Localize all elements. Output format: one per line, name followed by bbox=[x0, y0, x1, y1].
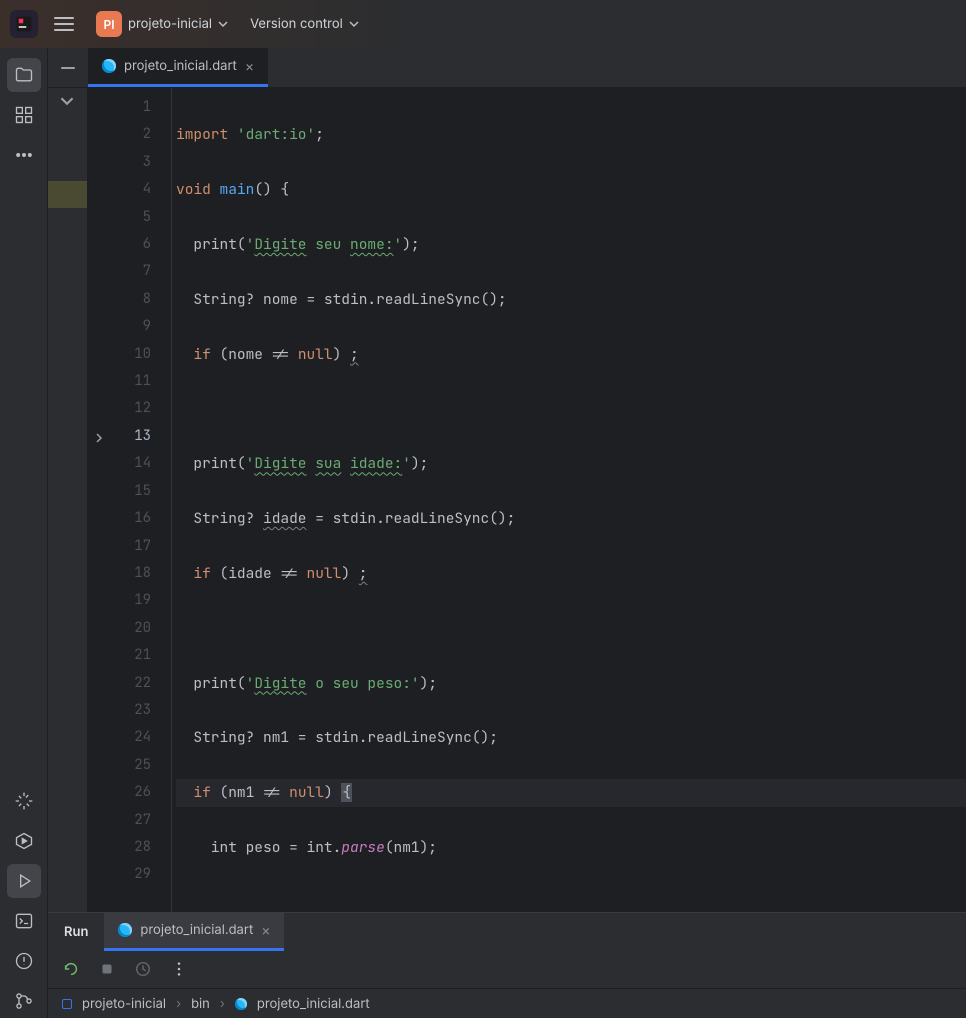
editor[interactable]: 1 2 3 4 5 6 7 8 9 10 11 12 13 14 15 16 1… bbox=[48, 88, 966, 912]
titlebar: PI projeto-inicial Version control bbox=[0, 0, 966, 48]
main-menu-icon[interactable] bbox=[48, 11, 80, 37]
problems-tool-button[interactable] bbox=[7, 944, 41, 978]
devtools-button[interactable] bbox=[7, 784, 41, 818]
run-panel: Run projeto_inicial.dart × bbox=[48, 912, 966, 988]
dart-file-icon bbox=[235, 998, 247, 1010]
left-toolbar bbox=[0, 48, 48, 1018]
run-toolbar bbox=[48, 951, 966, 989]
breadcrumb: projeto-inicial › bin › projeto_inicial.… bbox=[48, 988, 966, 1018]
close-tab-icon[interactable]: × bbox=[245, 58, 254, 75]
run-tab-label: projeto_inicial.dart bbox=[140, 922, 253, 938]
editor-left-strip bbox=[48, 88, 88, 912]
project-selector[interactable]: PI projeto-inicial bbox=[90, 7, 234, 41]
tab-filename: projeto_inicial.dart bbox=[124, 58, 237, 74]
chevron-right-icon[interactable] bbox=[94, 433, 104, 443]
more-actions-button[interactable] bbox=[170, 960, 188, 978]
git-tool-button[interactable] bbox=[7, 984, 41, 1018]
chevron-down-icon bbox=[349, 19, 359, 29]
close-tab-icon[interactable]: × bbox=[261, 922, 270, 939]
chevron-down-icon[interactable] bbox=[60, 94, 74, 108]
stop-button[interactable] bbox=[98, 960, 116, 978]
code-area[interactable]: import 'dart:io'; void main() { print('D… bbox=[172, 88, 966, 912]
project-name: projeto-inicial bbox=[128, 16, 212, 32]
structure-tool-button[interactable] bbox=[7, 98, 41, 132]
breadcrumb-item[interactable]: projeto-inicial bbox=[82, 996, 166, 1012]
vcs-menu[interactable]: Version control bbox=[244, 12, 365, 36]
run-tool-button[interactable] bbox=[7, 864, 41, 898]
chevron-down-icon bbox=[218, 19, 228, 29]
breadcrumb-item[interactable]: projeto_inicial.dart bbox=[257, 996, 370, 1012]
app-icon bbox=[10, 10, 38, 38]
vcs-label: Version control bbox=[250, 16, 343, 32]
line-number-gutter: 1 2 3 4 5 6 7 8 9 10 11 12 13 14 15 16 1… bbox=[88, 88, 172, 912]
editor-tab[interactable]: projeto_inicial.dart × bbox=[88, 48, 268, 87]
rerun-button[interactable] bbox=[62, 960, 80, 978]
run-tab[interactable]: projeto_inicial.dart × bbox=[104, 913, 284, 951]
run-panel-title: Run bbox=[48, 913, 104, 951]
run-config-button[interactable] bbox=[7, 824, 41, 858]
vcs-change-marker bbox=[48, 181, 87, 208]
terminal-tool-button[interactable] bbox=[7, 904, 41, 938]
collapse-gutter-button[interactable] bbox=[48, 48, 88, 87]
dart-file-icon bbox=[102, 59, 116, 73]
more-tool-button[interactable] bbox=[7, 138, 41, 172]
editor-tabbar: projeto_inicial.dart × bbox=[48, 48, 966, 88]
module-icon bbox=[62, 999, 72, 1009]
project-badge: PI bbox=[96, 11, 122, 37]
project-tool-button[interactable] bbox=[7, 58, 41, 92]
history-button[interactable] bbox=[134, 960, 152, 978]
dart-file-icon bbox=[118, 923, 132, 937]
breadcrumb-item[interactable]: bin bbox=[191, 996, 210, 1012]
